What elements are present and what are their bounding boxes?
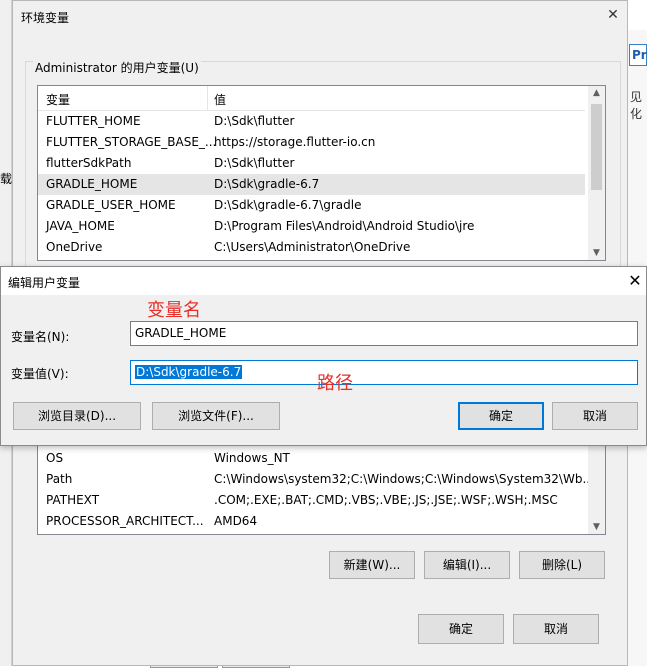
variable-value: D:\Sdk\gradle-6.7 (214, 177, 320, 191)
variable-name: JAVA_HOME (46, 219, 115, 233)
variable-name: OS (46, 451, 64, 465)
user-variables-list[interactable]: 变量 值 FLUTTER_HOME D:\Sdk\flutter FLUTTER… (37, 85, 606, 261)
ok-button[interactable]: 确定 (458, 402, 544, 430)
user-variables-label: Administrator 的用户变量(U) (33, 59, 201, 76)
variable-name: PATHEXT (46, 493, 100, 507)
scroll-thumb[interactable] (591, 104, 602, 190)
table-row[interactable]: PROCESSOR_ARCHITECT... AMD64 (38, 511, 585, 532)
variable-name: flutterSdkPath (46, 156, 132, 170)
variable-name: PROCESSOR_ARCHITECT... (46, 514, 204, 528)
ok-button[interactable]: 确定 (418, 614, 504, 644)
variable-value: C:\Users\Administrator\OneDrive (214, 240, 411, 254)
variable-name: FLUTTER_HOME (46, 114, 141, 128)
background-text-fragment: 载 (0, 172, 13, 186)
cancel-button[interactable]: 取消 (513, 614, 599, 644)
table-row[interactable]: OS Windows_NT (38, 448, 585, 469)
browse-directory-button[interactable]: 浏览目录(D)... (13, 402, 141, 430)
scroll-up-icon[interactable]: ▲ (588, 88, 605, 98)
list-header: 变量 值 (38, 86, 585, 111)
dialog-title: 环境变量 (21, 11, 70, 25)
variable-value: D:\Sdk\flutter (214, 114, 295, 128)
scroll-down-icon[interactable]: ▼ (588, 522, 605, 532)
dialog-titlebar (1, 267, 646, 295)
table-row-selected[interactable]: GRADLE_HOME D:\Sdk\gradle-6.7 (38, 174, 585, 195)
table-row[interactable]: FLUTTER_STORAGE_BASE_... https://storage… (38, 132, 585, 153)
table-row[interactable]: Path C:\Windows\system32;C:\Windows;C:\W… (38, 469, 594, 490)
variable-value: C:\Windows\system32;C:\Windows;C:\Window… (214, 472, 594, 486)
edit-user-variable-dialog: 编辑用户变量 ✕ 变量名(N): GRADLE_HOME 变量值(V): D:\… (0, 266, 647, 446)
scroll-down-icon[interactable]: ▼ (588, 248, 605, 258)
variable-name: GRADLE_USER_HOME (46, 198, 176, 212)
variable-value: Windows_NT (214, 451, 290, 465)
variable-value: D:\Sdk\gradle-6.7\gradle (214, 198, 362, 212)
variable-value: .COM;.EXE;.BAT;.CMD;.VBS;.VBE;.JS;.JSE;.… (214, 493, 558, 507)
variable-name: GRADLE_HOME (46, 177, 138, 191)
variable-name-input[interactable]: GRADLE_HOME (130, 321, 638, 346)
background-text-fragment-right: 见化 (630, 90, 643, 121)
variable-value-input[interactable]: D:\Sdk\gradle-6.7 (130, 360, 638, 385)
close-icon[interactable]: ✕ (605, 7, 621, 23)
table-row[interactable]: FLUTTER_HOME D:\Sdk\flutter (38, 111, 585, 132)
variable-value: D:\Program Files\Android\Android Studio\… (214, 219, 475, 233)
browse-file-button[interactable]: 浏览文件(F)... (152, 402, 280, 430)
vertical-scrollbar[interactable]: ▲ ▼ (588, 86, 605, 260)
delete-button[interactable]: 删除(L) (519, 551, 605, 579)
annotation-path: 路径 (317, 373, 353, 394)
system-variables-list[interactable]: OS Windows_NT Path C:\Windows\system32;C… (37, 441, 606, 535)
table-row[interactable]: PATHEXT .COM;.EXE;.BAT;.CMD;.VBS;.VBE;.J… (38, 490, 585, 511)
variable-value: D:\Sdk\flutter (214, 156, 295, 170)
variable-value: AMD64 (214, 514, 258, 528)
variable-name: FLUTTER_STORAGE_BASE_... (46, 135, 217, 149)
variable-name: OneDrive (46, 240, 103, 254)
table-row[interactable]: OneDrive C:\Users\Administrator\OneDrive (38, 237, 585, 258)
cancel-button[interactable]: 取消 (552, 402, 638, 430)
dialog-title: 编辑用户变量 (8, 276, 81, 290)
column-header-variable[interactable]: 变量 (46, 91, 70, 108)
new-button[interactable]: 新建(W)... (329, 551, 415, 579)
table-row[interactable]: flutterSdkPath D:\Sdk\flutter (38, 153, 585, 174)
table-row[interactable]: GRADLE_USER_HOME D:\Sdk\gradle-6.7\gradl… (38, 195, 585, 216)
edit-button[interactable]: 编辑(I)... (424, 551, 510, 579)
selected-text: D:\Sdk\gradle-6.7 (135, 365, 243, 379)
background-pro-button[interactable]: Pr (629, 44, 647, 66)
vertical-scrollbar[interactable]: ▼ (588, 442, 605, 534)
variable-value: https://storage.flutter-io.cn (214, 135, 376, 149)
variable-name: Path (46, 472, 73, 486)
close-icon[interactable]: ✕ (625, 271, 645, 291)
variable-name-label: 变量名(N): (11, 330, 70, 344)
variable-value-label: 变量值(V): (11, 367, 69, 381)
column-header-value[interactable]: 值 (214, 91, 226, 108)
table-row[interactable]: JAVA_HOME D:\Program Files\Android\Andro… (38, 216, 585, 237)
annotation-variable-name: 变量名 (147, 300, 201, 321)
